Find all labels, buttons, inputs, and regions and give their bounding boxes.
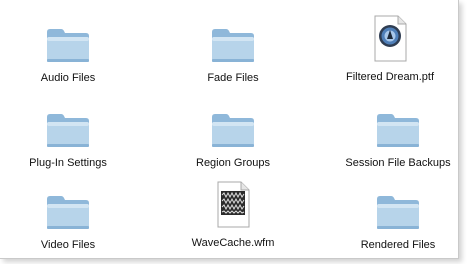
file-item-rendered-files[interactable]: Rendered Files <box>328 187 467 257</box>
session-document-icon <box>366 14 414 63</box>
file-name-label: Plug-In Settings <box>29 157 107 169</box>
file-name-label: Video Files <box>40 239 96 251</box>
file-item-plug-in-settings[interactable]: Plug-In Settings <box>0 105 138 175</box>
file-name-label: Filtered Dream.ptf <box>345 71 435 83</box>
file-name-label: Audio Files <box>40 72 96 84</box>
file-item-region-groups[interactable]: Region Groups <box>163 105 303 175</box>
overview-document-icon <box>209 180 257 229</box>
file-name-label: Session File Backups <box>345 157 451 169</box>
file-item-wavecache-wfm[interactable]: WaveCache.wfm <box>163 180 303 250</box>
file-item-session-file-backups[interactable]: Session File Backups <box>328 105 467 175</box>
folder-icon <box>374 105 422 149</box>
file-name-label: Fade Files <box>207 72 259 84</box>
file-item-filtered-dream-ptf[interactable]: Filtered Dream.ptf <box>320 14 460 84</box>
file-item-audio-files[interactable]: Audio Files <box>0 20 138 90</box>
folder-icon <box>44 105 92 149</box>
folder-icon <box>374 187 422 231</box>
folder-icon <box>209 20 257 64</box>
file-item-video-files[interactable]: Video Files <box>0 187 138 257</box>
finder-window: Audio Files Fade Files Filtered Dream.pt… <box>0 0 459 259</box>
folder-icon <box>44 187 92 231</box>
file-name-label: WaveCache.wfm <box>191 237 275 249</box>
file-name-label: Rendered Files <box>360 239 436 251</box>
folder-icon <box>209 105 257 149</box>
file-item-fade-files[interactable]: Fade Files <box>163 20 303 90</box>
file-name-label: Region Groups <box>196 157 270 169</box>
icon-grid: Audio Files Fade Files Filtered Dream.pt… <box>0 0 458 258</box>
folder-icon <box>44 20 92 64</box>
